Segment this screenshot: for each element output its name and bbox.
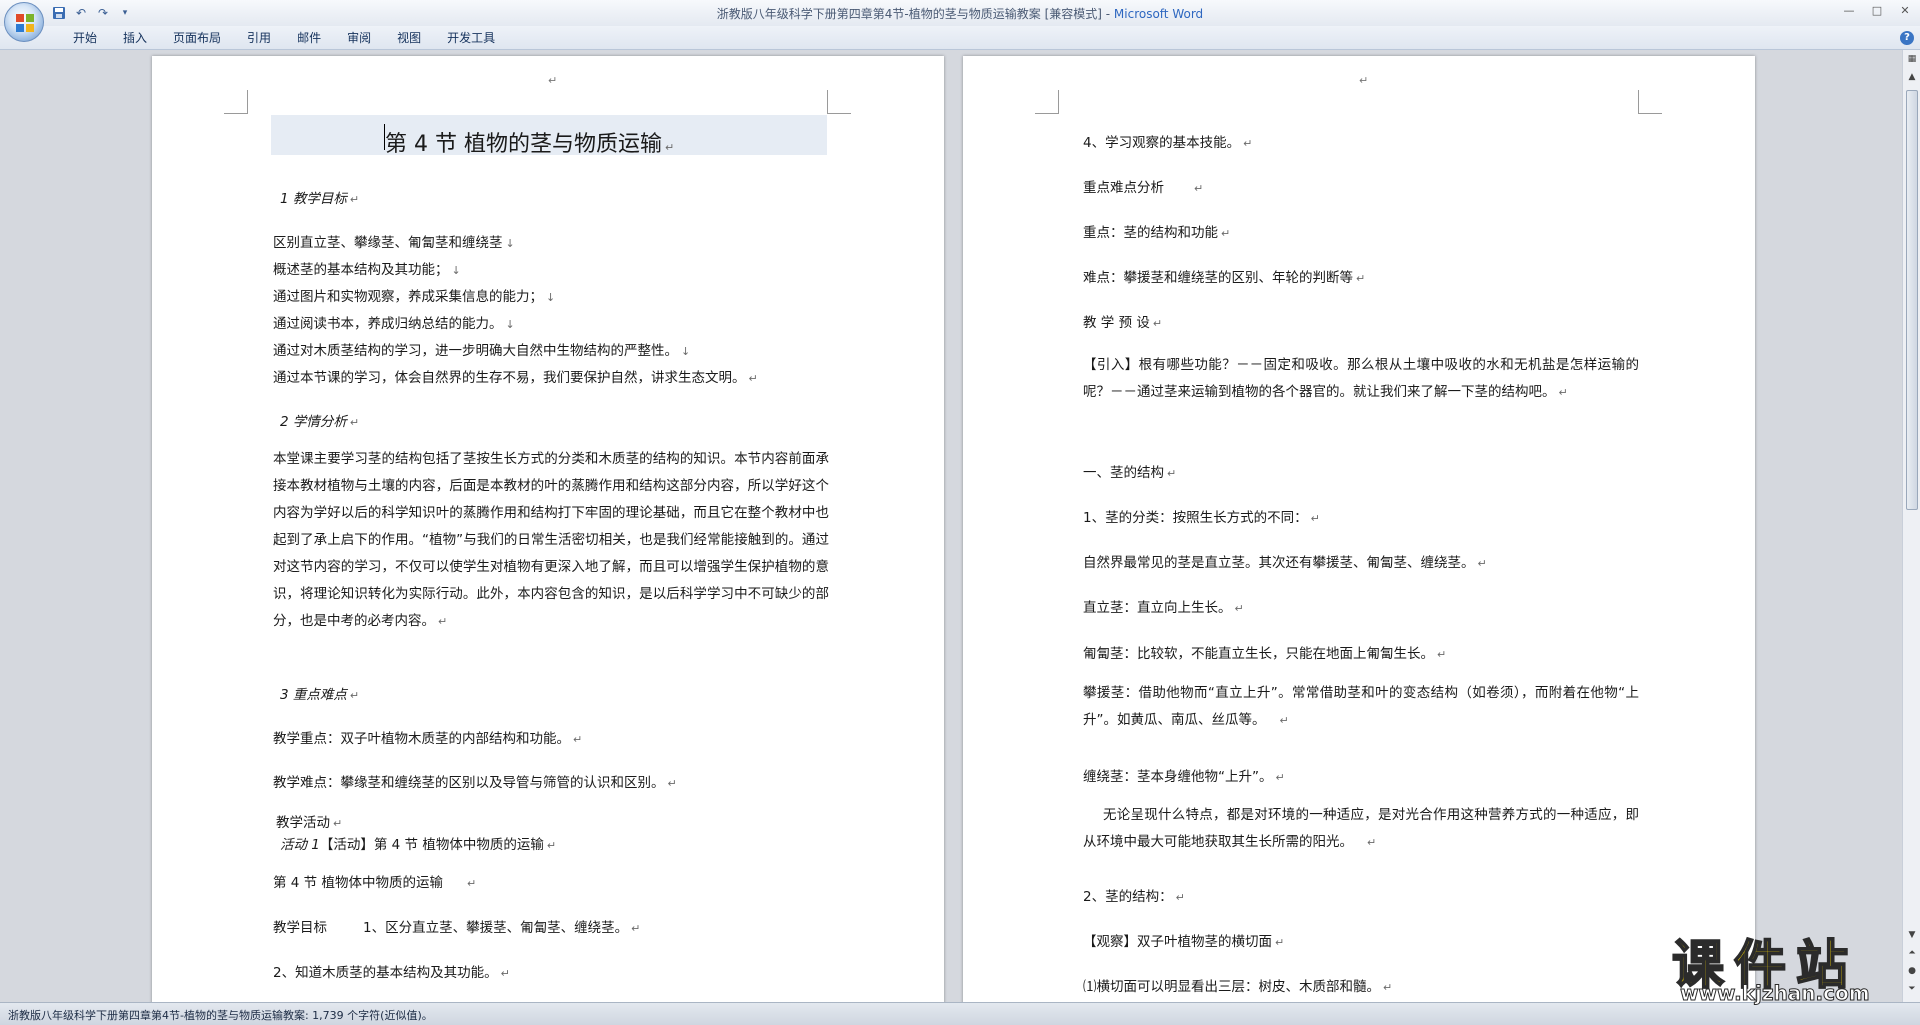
goal-line: 通过阅读书本，养成归纳总结的能力。 ↓: [273, 316, 515, 332]
section-heading: 1 教学目标 ↵: [280, 191, 360, 207]
crop-mark: [827, 90, 851, 114]
tab-mailings[interactable]: 邮件: [284, 30, 334, 46]
right-paragraph: 1、茎的分类：按照生长方式的不同： ↵: [1083, 510, 1320, 526]
title-bar: ↶ ↷ ▾ 浙教版八年级科学下册第四章第4节-植物的茎与物质运输教案 [兼容模式…: [0, 0, 1920, 26]
maximize-icon[interactable]: □: [1868, 3, 1886, 19]
key-point-line: 教学重点：双子叶植物木质茎的内部结构和功能。 ↵: [273, 731, 583, 747]
section-title-line: 第 4 节 植物体中物质的运输 ↵: [273, 875, 477, 891]
vertical-scrollbar[interactable]: ▦ ▲ ▼ ⏶ ● ⏷: [1902, 50, 1920, 1002]
paragraph-mark: ↵: [548, 74, 558, 87]
right-paragraph: 匍匐茎：比较软，不能直立生长，只能在地面上匍匐生长。 ↵: [1083, 646, 1447, 662]
paragraph-mark: ↵: [1359, 74, 1369, 87]
ruler-toggle-icon[interactable]: ▦: [1905, 52, 1919, 66]
office-button[interactable]: [4, 2, 44, 42]
app-name: Microsoft Word: [1113, 7, 1204, 21]
right-paragraph: 2、茎的结构： ↵: [1083, 889, 1185, 905]
analysis-paragraph: 本堂课主要学习茎的结构包括了茎按生长方式的分类和木质茎的结构的知识。本节内容前面…: [273, 451, 829, 629]
right-paragraph: ⑴横切面可以明显看出三层：树皮、木质部和髓。 ↵: [1083, 979, 1393, 995]
status-bar: 浙教版八年级科学下册第四章第4节-植物的茎与物质运输教案: 1,739 个字符(…: [0, 1002, 1920, 1025]
goal-line: 概述茎的基本结构及其功能； ↓: [273, 262, 461, 278]
tab-view[interactable]: 视图: [384, 30, 434, 46]
activity-heading: 教学活动 ↵: [276, 815, 343, 831]
right-paragraph: 直立茎：直立向上生长。 ↵: [1083, 600, 1244, 616]
minimize-icon[interactable]: —: [1840, 3, 1858, 19]
scroll-down-icon[interactable]: ▼: [1905, 928, 1919, 942]
site-watermark: 课件站 www.kjzhan.com: [1664, 923, 1900, 1006]
select-browse-object-icon[interactable]: ●: [1905, 964, 1919, 978]
document-name: 浙教版八年级科学下册第四章第4节-植物的茎与物质运输教案 [兼容模式] -: [716, 7, 1114, 21]
crop-mark: [224, 90, 248, 114]
right-paragraph: 4、学习观察的基本技能。 ↵: [1083, 135, 1253, 151]
document-page-right[interactable]: ↵ 4、学习观察的基本技能。 ↵ 重点难点分析 ↵ 重点：茎的结构和功能 ↵ 难点：攀…: [963, 56, 1755, 1002]
section-heading: 2 学情分析 ↵: [280, 414, 360, 430]
window-controls: — □ ✕: [1840, 3, 1914, 19]
tab-page-layout[interactable]: 页面布局: [160, 30, 234, 46]
next-page-icon[interactable]: ⏷: [1905, 982, 1919, 996]
goal-line: 通过对木质茎结构的学习，进一步明确大自然中生物结构的严整性。 ↓: [273, 343, 691, 359]
right-paragraph: 一、茎的结构 ↵: [1083, 465, 1177, 481]
right-paragraph: 自然界最常见的茎是直立茎。其次还有攀援茎、匍匐茎、缠绕茎。 ↵: [1083, 555, 1487, 571]
scrollbar-thumb[interactable]: [1906, 90, 1918, 510]
tab-developer[interactable]: 开发工具: [434, 30, 508, 46]
window-title: 浙教版八年级科学下册第四章第4节-植物的茎与物质运输教案 [兼容模式] - Mi…: [0, 5, 1920, 22]
tab-review[interactable]: 审阅: [334, 30, 384, 46]
tab-home[interactable]: 开始: [60, 30, 110, 46]
goal-summary-line: 2、知道木质茎的基本结构及其功能。 ↵: [273, 965, 510, 981]
right-paragraph: 攀援茎：借助他物而“直立上升”。常常借助茎和叶的变态结构（如卷须），而附着在他物…: [1083, 685, 1639, 728]
right-paragraph: 难点：攀援茎和缠绕茎的区别、年轮的判断等 ↵: [1083, 270, 1366, 286]
crop-mark: [1035, 90, 1059, 114]
previous-page-icon[interactable]: ⏶: [1905, 946, 1919, 960]
ribbon-bar: 开始 插入 页面布局 引用 邮件 审阅 视图 开发工具 ?: [0, 26, 1920, 50]
page-title: 第 4 节 植物的茎与物质运输 ↵: [385, 132, 675, 157]
crop-mark: [1638, 90, 1662, 114]
goal-line: 通过本节课的学习，体会自然界的生存不易，我们要保护自然，讲求生态文明。 ↵: [273, 370, 758, 386]
activity-line: 活动 1【活动】第 4 节 植物体中物质的运输 ↵: [280, 837, 557, 853]
scroll-up-icon[interactable]: ▲: [1905, 70, 1919, 84]
right-paragraph: 重点：茎的结构和功能 ↵: [1083, 225, 1231, 241]
ribbon-tabs: 开始 插入 页面布局 引用 邮件 审阅 视图 开发工具: [60, 30, 508, 46]
right-paragraph: 重点难点分析 ↵: [1083, 180, 1204, 196]
office-logo-icon: [16, 14, 34, 32]
document-page-left[interactable]: ↵ 第 4 节 植物的茎与物质运输 ↵ 1 教学目标 ↵ 区别直立茎、攀缘茎、匍匐茎…: [152, 56, 944, 1002]
goal-summary-line: 教学目标 1、区分直立茎、攀援茎、匍匐茎、缠绕茎。 ↵: [273, 920, 641, 936]
help-icon[interactable]: ?: [1900, 31, 1914, 45]
section-heading: 3 重点难点 ↵: [280, 687, 360, 703]
tab-insert[interactable]: 插入: [110, 30, 160, 46]
right-paragraph: 无论呈现什么特点，都是对环境的一种适应，是对光合作用这种营养方式的一种适应，即从…: [1083, 807, 1639, 850]
right-paragraph: 【引入】根有哪些功能？－－固定和吸收。那么根从土壤中吸收的水和无机盐是怎样运输的…: [1083, 357, 1639, 400]
document-area: ↵ 第 4 节 植物的茎与物质运输 ↵ 1 教学目标 ↵ 区别直立茎、攀缘茎、匍匐茎…: [0, 50, 1902, 1002]
watermark-url: www.kjzhan.com: [1680, 981, 1871, 1006]
tab-references[interactable]: 引用: [234, 30, 284, 46]
status-text: 浙教版八年级科学下册第四章第4节-植物的茎与物质运输教案: 1,739 个字符(…: [8, 1009, 433, 1022]
goal-line: 通过图片和实物观察，养成采集信息的能力； ↓: [273, 289, 556, 305]
right-paragraph: 【观察】双子叶植物茎的横切面 ↵: [1083, 934, 1285, 950]
right-paragraph: 教 学 预 设 ↵: [1083, 315, 1163, 331]
close-icon[interactable]: ✕: [1896, 3, 1914, 19]
difficulty-line: 教学难点：攀缘茎和缠绕茎的区别以及导管与筛管的认识和区别。 ↵: [273, 775, 677, 791]
right-paragraph: 缠绕茎：茎本身缠他物“上升”。 ↵: [1083, 769, 1285, 785]
goal-line: 区别直立茎、攀缘茎、匍匐茎和缠绕茎 ↓: [273, 235, 515, 251]
